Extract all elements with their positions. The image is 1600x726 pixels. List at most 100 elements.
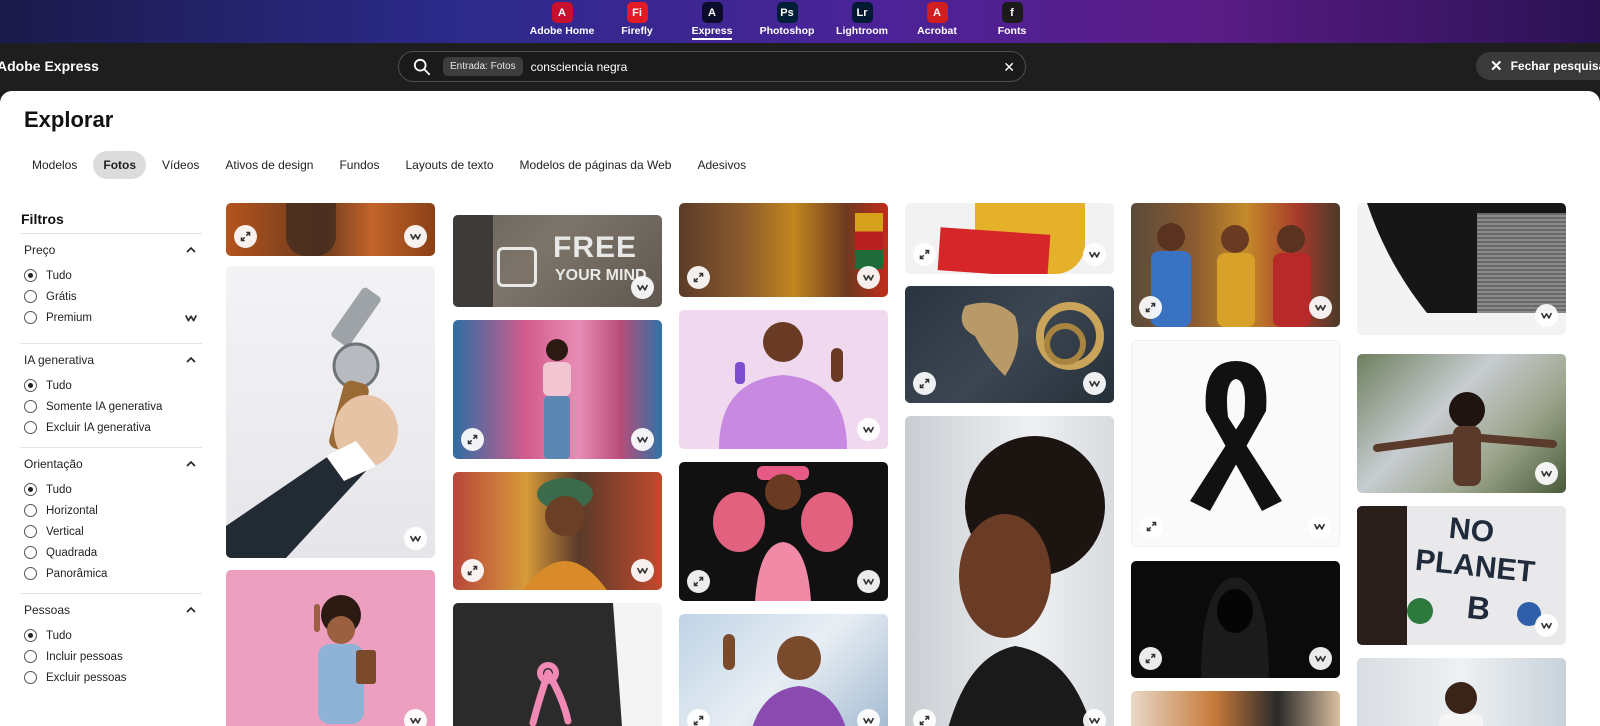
photo-card[interactable] <box>905 203 1114 274</box>
filter-option[interactable]: Horizontal <box>24 500 202 521</box>
photo-card[interactable] <box>679 203 888 297</box>
premium-icon <box>184 311 198 325</box>
variations-icon[interactable] <box>234 225 257 248</box>
variations-icon[interactable] <box>913 372 936 395</box>
variations-icon[interactable] <box>913 709 936 726</box>
filter-option[interactable]: Tudo <box>24 375 202 396</box>
search-bar[interactable]: Entrada: Fotos ✕ <box>398 51 1026 82</box>
filter-group-header[interactable]: Orientação <box>20 448 202 471</box>
photo-card[interactable] <box>1131 340 1340 547</box>
photo-card[interactable]: FREE YOUR MIND <box>453 215 662 307</box>
photo-card[interactable] <box>226 266 435 558</box>
tab-modelos-de-páginas-da-web[interactable]: Modelos de páginas da Web <box>510 151 682 179</box>
app-acrobat[interactable]: A Acrobat <box>900 0 975 40</box>
filter-option-label: Quadrada <box>46 546 98 559</box>
radio-button[interactable] <box>24 483 37 496</box>
radio-button[interactable] <box>24 629 37 642</box>
tab-fotos[interactable]: Fotos <box>93 151 147 179</box>
filter-group-title: Preço <box>24 243 56 257</box>
photo-card[interactable] <box>453 320 662 459</box>
tab-adesivos[interactable]: Adesivos <box>687 151 756 179</box>
filter-option[interactable]: Tudo <box>24 265 202 286</box>
tab-fundos[interactable]: Fundos <box>329 151 389 179</box>
radio-button[interactable] <box>24 567 37 580</box>
filter-group-header[interactable]: Preço <box>20 234 202 257</box>
app-photoshop[interactable]: Ps Photoshop <box>750 0 825 40</box>
premium-icon <box>404 527 427 550</box>
app-lightroom[interactable]: Lr Lightroom <box>825 0 900 40</box>
variations-icon[interactable] <box>1139 647 1162 670</box>
app-fonts[interactable]: f Fonts <box>975 0 1050 40</box>
photo-card[interactable] <box>453 472 662 590</box>
variations-icon[interactable] <box>461 559 484 582</box>
variations-icon[interactable] <box>687 570 710 593</box>
variations-icon[interactable] <box>1139 296 1162 319</box>
variations-icon[interactable] <box>1140 515 1163 538</box>
filter-option[interactable]: Excluir pessoas <box>24 667 202 688</box>
tab-layouts-de-texto[interactable]: Layouts de texto <box>395 151 503 179</box>
filter-option[interactable]: Panorâmica <box>24 563 202 584</box>
brand-name: Adobe Express <box>0 58 99 74</box>
photo-card[interactable]: NO PLANET B <box>1357 506 1566 645</box>
photo-card[interactable] <box>1131 203 1340 327</box>
search-input[interactable] <box>530 59 1001 74</box>
photo-card[interactable] <box>679 614 888 726</box>
photo-card[interactable] <box>1131 691 1340 726</box>
app-firefly[interactable]: Fi Firefly <box>600 0 675 40</box>
filter-group-header[interactable]: IA generativa <box>20 344 202 367</box>
black-ribbon-illustration <box>1190 361 1282 511</box>
close-search-button[interactable]: ✕ Fechar pesquisa <box>1476 52 1600 80</box>
app-express[interactable]: A Express <box>675 0 750 40</box>
app-adobe-home[interactable]: A Adobe Home <box>525 0 600 40</box>
photo-card[interactable] <box>679 310 888 449</box>
radio-button[interactable] <box>24 311 37 324</box>
radio-button[interactable] <box>24 400 37 413</box>
filter-option-label: Excluir pessoas <box>46 671 127 684</box>
radio-button[interactable] <box>24 421 37 434</box>
tab-ativos-de-design[interactable]: Ativos de design <box>215 151 323 179</box>
filter-option[interactable]: Somente IA generativa <box>24 396 202 417</box>
filter-option[interactable]: Vertical <box>24 521 202 542</box>
tab-vídeos[interactable]: Vídeos <box>152 151 209 179</box>
acrobat-icon: A <box>926 2 948 23</box>
tab-modelos[interactable]: Modelos <box>22 151 87 179</box>
variations-icon[interactable] <box>687 709 710 726</box>
photo-card[interactable] <box>1357 203 1566 335</box>
filter-option[interactable]: Incluir pessoas <box>24 646 202 667</box>
radio-button[interactable] <box>24 671 37 684</box>
radio-button[interactable] <box>24 269 37 282</box>
radio-button[interactable] <box>24 379 37 392</box>
radio-button[interactable] <box>24 525 37 538</box>
woman-phone-illustration <box>1439 682 1483 726</box>
variations-icon[interactable] <box>461 428 484 451</box>
variations-icon[interactable] <box>913 243 936 266</box>
planet-text: PLANET <box>1413 543 1537 590</box>
filter-option[interactable]: Premium <box>24 307 202 328</box>
filter-option[interactable]: Tudo <box>24 479 202 500</box>
photo-card[interactable] <box>1131 561 1340 678</box>
radio-button[interactable] <box>24 546 37 559</box>
photo-card[interactable] <box>679 462 888 601</box>
clear-search-icon[interactable]: ✕ <box>1003 59 1015 76</box>
photo-card[interactable] <box>905 416 1114 726</box>
search-scope-chip[interactable]: Entrada: Fotos <box>443 57 523 76</box>
photo-card[interactable] <box>453 603 662 726</box>
filter-option[interactable]: Quadrada <box>24 542 202 563</box>
radio-button[interactable] <box>24 650 37 663</box>
chevron-up-icon <box>186 460 196 467</box>
photo-card[interactable] <box>1357 354 1566 493</box>
filter-group-header[interactable]: Pessoas <box>20 594 202 617</box>
variations-icon[interactable] <box>687 266 710 289</box>
photo-card[interactable] <box>226 203 435 256</box>
photo-card[interactable] <box>1357 658 1566 726</box>
radio-button[interactable] <box>24 290 37 303</box>
filter-option[interactable]: Excluir IA generativa <box>24 417 202 438</box>
photo-card[interactable] <box>226 570 435 726</box>
radio-button[interactable] <box>24 504 37 517</box>
filter-option[interactable]: Tudo <box>24 625 202 646</box>
search-icon <box>413 58 431 75</box>
photo-card[interactable] <box>905 286 1114 403</box>
no-text: NO <box>1447 511 1496 550</box>
filter-option[interactable]: Grátis <box>24 286 202 307</box>
filter-group-2: Orientação Tudo Horizontal Vertical Quadrada… <box>20 447 202 584</box>
